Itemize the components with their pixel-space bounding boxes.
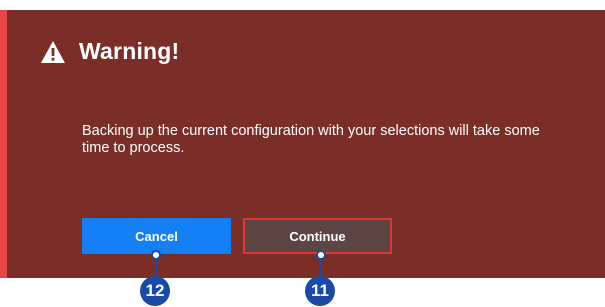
dialog-message: Backing up the current configuration wit… [82,123,540,156]
dialog-title: Warning! [79,38,180,64]
continue-callout-badge: 11 [305,276,335,306]
screenshot-stage: Warning! Backing up the current configur… [0,0,605,307]
warning-triangle-icon [41,41,65,63]
continue-button[interactable]: Continue [243,218,392,254]
continue-callout-dot [316,250,326,260]
cancel-button[interactable]: Cancel [82,218,231,254]
dialog-accent-bar [0,10,7,278]
cancel-callout-dot [151,250,161,260]
cancel-callout-badge: 12 [140,276,170,306]
